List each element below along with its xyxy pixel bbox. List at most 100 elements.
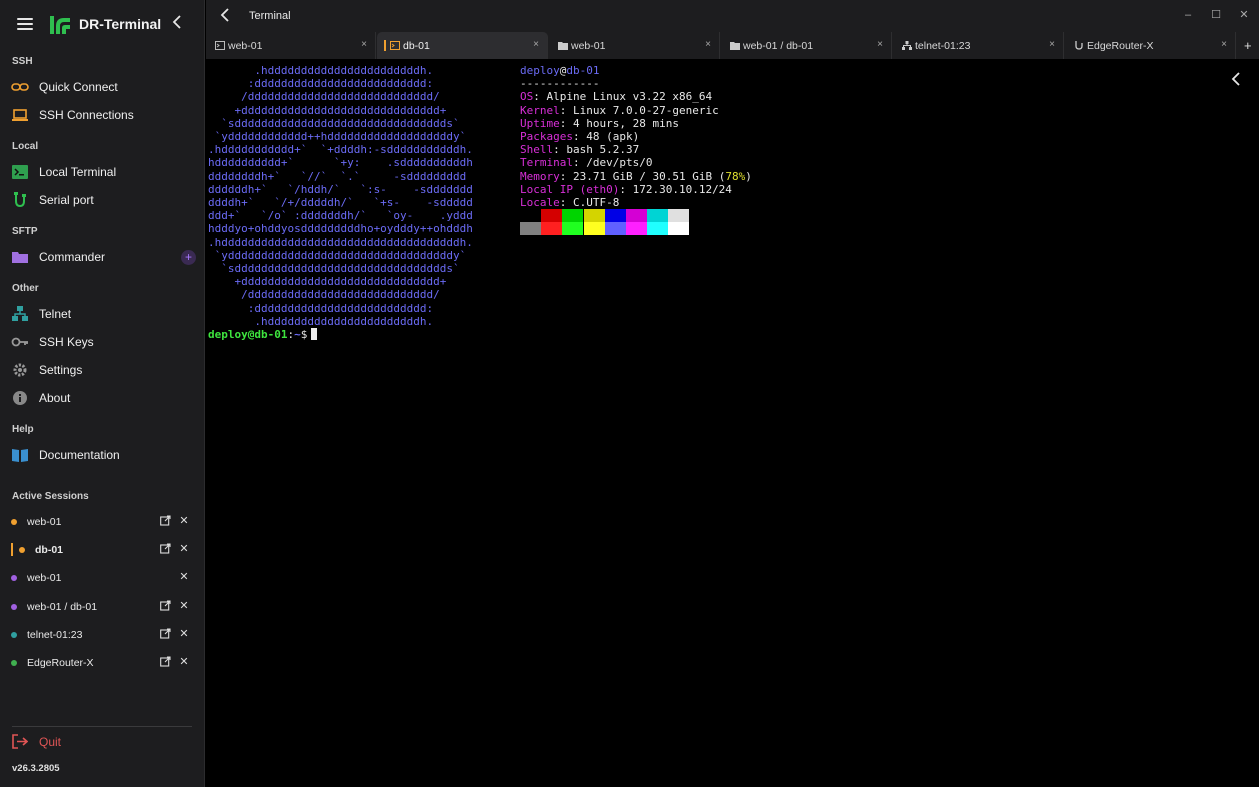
nav-label: Local Terminal: [39, 165, 117, 179]
session-item[interactable]: web-01 ✕: [0, 509, 205, 535]
nav-ssh-keys[interactable]: SSH Keys: [0, 328, 205, 356]
section-sftp: SFTP: [12, 226, 38, 237]
locale-key: Locale: [520, 196, 560, 210]
ascii-line: /dddddddddddddddddddddddddddd/: [208, 90, 440, 104]
ascii-line: ddd+` `/o` :dddddddh/` `oy- .yddd: [208, 209, 473, 223]
session-item[interactable]: EdgeRouter-X ✕: [0, 650, 205, 676]
os-value: Alpine Linux v3.22 x86_64: [546, 90, 713, 104]
terminal-icon: [390, 41, 400, 50]
close-tab-icon[interactable]: ×: [361, 39, 367, 50]
session-item[interactable]: telnet-01:23 ✕: [0, 622, 205, 648]
serial-cable-icon: [14, 192, 26, 208]
color-swatch: [647, 209, 669, 222]
popout-icon[interactable]: [160, 628, 171, 639]
collapse-sidebar-icon[interactable]: [172, 15, 188, 33]
popout-icon[interactable]: [160, 656, 171, 667]
collapse-panel-icon[interactable]: [1231, 72, 1241, 90]
nav-documentation[interactable]: Documentation: [0, 441, 205, 469]
tab-web-01[interactable]: web-01 ×: [206, 32, 376, 59]
prompt-user-host: deploy@db-01: [208, 328, 288, 341]
tab-telnet-01[interactable]: telnet-01:23 ×: [893, 32, 1064, 59]
ascii-line: +dddddddddddddddddddddddddddddd+: [208, 275, 447, 289]
nav-serial-port[interactable]: Serial port: [0, 186, 205, 214]
tab-web-01-db-01[interactable]: web-01 / db-01 ×: [721, 32, 892, 59]
nav-label: About: [39, 391, 71, 405]
ip-value: 172.30.10.12/24: [632, 182, 732, 196]
minimize-button[interactable]: –: [1182, 9, 1194, 22]
close-tab-icon[interactable]: ×: [533, 39, 539, 50]
popout-icon[interactable]: [160, 543, 171, 554]
nav-telnet[interactable]: Telnet: [0, 300, 205, 328]
uptime-key: Uptime: [520, 116, 560, 130]
session-item-active[interactable]: db-01 ✕: [0, 537, 205, 563]
back-button[interactable]: [220, 8, 232, 24]
close-window-button[interactable]: ✕: [1238, 9, 1250, 22]
maximize-button[interactable]: ☐: [1210, 9, 1222, 22]
menu-icon[interactable]: [17, 18, 33, 30]
ip-key: Local IP (eth0): [520, 182, 620, 196]
close-session-icon[interactable]: ✕: [179, 514, 189, 527]
info-user: deploy: [520, 64, 560, 77]
close-session-icon[interactable]: ✕: [179, 542, 189, 555]
folder-icon: [12, 252, 28, 263]
prompt-symbol: $: [300, 328, 308, 341]
nav-commander[interactable]: Commander +: [0, 243, 205, 271]
network-icon: [12, 306, 28, 321]
new-tab-button[interactable]: +: [1244, 38, 1252, 53]
nav-label: Quick Connect: [39, 80, 118, 94]
nav-label: Serial port: [39, 193, 94, 207]
color-swatch: [668, 222, 690, 235]
nav-quick-connect[interactable]: Quick Connect: [0, 73, 205, 101]
color-swatch: [583, 222, 605, 235]
ascii-line: +dddddddddddddddddddddddddddddd+: [208, 103, 447, 117]
terminal-view[interactable]: .hdddddddddddddddddddddddh. :ddddddddddd…: [206, 59, 1259, 787]
app-logo-icon: [50, 16, 70, 34]
nav-local-terminal[interactable]: Local Terminal: [0, 158, 205, 186]
color-swatch: [583, 209, 605, 222]
tab-label: telnet-01:23: [915, 40, 971, 52]
ascii-line: .hdddddddddddddddddddddddh.: [208, 314, 434, 328]
popout-icon[interactable]: [160, 600, 171, 611]
ascii-line: .hddddddddddd+` `+ddddh:-sdddddddddddh.: [208, 143, 473, 157]
close-tab-icon[interactable]: ×: [1221, 39, 1227, 50]
popout-icon[interactable]: [160, 515, 171, 526]
close-session-icon[interactable]: ✕: [179, 655, 189, 668]
shell-prompt[interactable]: deploy@db-01:~$: [208, 328, 318, 341]
color-swatch: [668, 209, 690, 222]
ascii-line: :dddddddddddddddddddddddddd:: [208, 77, 434, 91]
quit-button[interactable]: Quit: [0, 730, 205, 752]
nav-label: Settings: [39, 363, 83, 377]
nav-label: SSH Connections: [39, 108, 134, 122]
ascii-line: .hdddddddddddddddddddddddh.: [208, 64, 434, 77]
tab-web-01-sftp[interactable]: web-01 ×: [549, 32, 720, 59]
session-item[interactable]: web-01 ✕: [0, 565, 205, 591]
active-indicator: [11, 543, 13, 556]
session-status-dot: [11, 575, 17, 581]
uptime-value: 4 hours, 28 mins: [573, 116, 679, 130]
color-swatch: [626, 209, 647, 222]
session-status-dot: [11, 660, 17, 666]
kernel-value: Linux 7.0.0-27-generic: [573, 103, 719, 117]
add-commander-button[interactable]: +: [181, 250, 196, 265]
session-status-dot: [11, 519, 17, 525]
tab-edgerouter-x[interactable]: EdgeRouter-X ×: [1065, 32, 1236, 59]
close-session-icon[interactable]: ✕: [179, 627, 189, 640]
tab-db-01[interactable]: db-01 ×: [377, 32, 548, 59]
close-session-icon[interactable]: ✕: [179, 570, 189, 583]
nav-settings[interactable]: Settings: [0, 356, 205, 384]
session-status-dot: [19, 547, 25, 553]
ascii-line: ddddddh+` `/hddh/` `:s- -sddddddd: [208, 182, 473, 196]
color-swatch: [626, 222, 647, 235]
session-item[interactable]: web-01 / db-01 ✕: [0, 594, 205, 620]
close-session-icon[interactable]: ✕: [179, 599, 189, 612]
sidebar-header: DR-Terminal: [0, 0, 205, 50]
session-label: db-01: [35, 544, 64, 556]
close-tab-icon[interactable]: ×: [705, 39, 711, 50]
nav-ssh-connections[interactable]: SSH Connections: [0, 101, 205, 129]
memory-percent: 78%: [725, 169, 746, 183]
nav-about[interactable]: About: [0, 384, 205, 412]
close-tab-icon[interactable]: ×: [1049, 39, 1055, 50]
color-swatch: [520, 209, 541, 222]
tab-label: EdgeRouter-X: [1087, 40, 1154, 52]
close-tab-icon[interactable]: ×: [877, 39, 883, 50]
